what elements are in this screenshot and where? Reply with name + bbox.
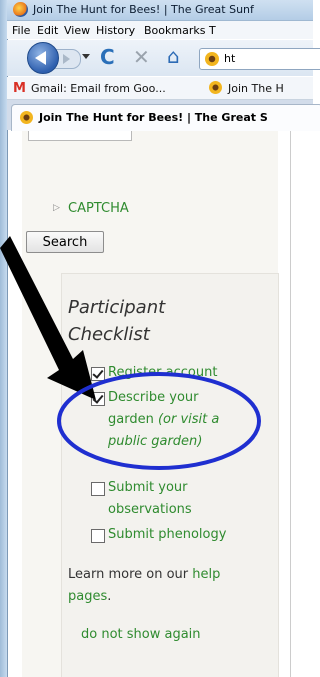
menu-file[interactable]: File [12, 24, 30, 37]
bookmark-gmail[interactable]: Gmail: Email from Goo... [31, 82, 166, 95]
describe-garden-line2: garden [108, 412, 154, 427]
tab-title: Join The Hunt for Bees! | The Great S [39, 111, 268, 124]
checklist-item-submit-observations[interactable]: Submit your observations [108, 477, 192, 521]
sunflower-icon [209, 81, 222, 94]
checkbox-describe-garden[interactable] [91, 392, 105, 406]
checklist-title-line1: Participant [68, 297, 166, 318]
tab-active[interactable]: Join The Hunt for Bees! | The Great S [11, 104, 320, 131]
content-divider [290, 131, 291, 677]
history-dropdown-icon[interactable] [82, 54, 90, 59]
back-arrow-icon [35, 51, 46, 65]
title-bar: Join The Hunt for Bees! | The Great Sunf [7, 0, 313, 21]
learn-more-period: . [107, 589, 112, 604]
checklist-item-register-account[interactable]: Register account [108, 362, 217, 384]
do-not-show-again-link[interactable]: do not show again [81, 627, 201, 642]
navigation-toolbar: C ✕ ⌂ ht [7, 40, 320, 76]
firefox-icon [13, 2, 28, 17]
learn-more-prefix: Learn more on our [68, 567, 189, 582]
search-button[interactable]: Search [26, 231, 104, 253]
help-pages-link[interactable]: help [192, 567, 220, 582]
forward-arrow-icon [63, 54, 70, 64]
menu-history[interactable]: History [96, 24, 135, 37]
describe-garden-note: (or visit a [157, 412, 220, 427]
back-button[interactable] [27, 42, 59, 74]
public-garden-close: ) [197, 434, 203, 449]
url-text: ht [224, 52, 236, 65]
public-garden-link[interactable]: public garden [108, 434, 197, 449]
submit-observations-line2: observations [108, 502, 192, 517]
gmail-icon: M [13, 81, 26, 96]
window-title: Join The Hunt for Bees! | The Great Sunf [33, 3, 254, 16]
bookmark-join-hunt[interactable]: Join The H [228, 82, 284, 95]
checklist-item-submit-phenology[interactable]: Submit phenology [108, 524, 226, 546]
home-icon[interactable]: ⌂ [167, 44, 180, 68]
menu-tools[interactable]: T [209, 24, 216, 37]
checklist-title-line2: Checklist [68, 324, 150, 345]
help-pages-link-cont[interactable]: pages [68, 589, 107, 604]
url-bar[interactable]: ht [199, 48, 320, 70]
stop-icon[interactable]: ✕ [133, 45, 150, 69]
page-content: ▷ CAPTCHA Search Participant Checklist R… [8, 131, 313, 677]
collapse-triangle-icon[interactable]: ▷ [53, 203, 60, 213]
site-favicon [205, 52, 219, 66]
search-input[interactable] [28, 131, 132, 141]
bookmarks-toolbar: M Gmail: Email from Goo... Join The H [7, 77, 313, 100]
checkbox-submit-phenology[interactable] [91, 529, 105, 543]
describe-garden-line1: Describe your [108, 390, 199, 405]
menu-bookmarks[interactable]: Bookmarks [144, 24, 205, 37]
tab-favicon-icon [20, 111, 33, 124]
menu-edit[interactable]: Edit [37, 24, 58, 37]
learn-more-text: Learn more on our help pages. [68, 564, 268, 608]
checkbox-submit-observations[interactable] [91, 482, 105, 496]
tab-strip: Join The Hunt for Bees! | The Great S [7, 100, 320, 131]
menu-view[interactable]: View [64, 24, 90, 37]
submit-observations-line1: Submit your [108, 480, 188, 495]
checklist-item-describe-garden[interactable]: Describe your garden (or visit a public … [108, 387, 268, 453]
checkbox-register-account[interactable] [91, 367, 105, 381]
captcha-link[interactable]: CAPTCHA [68, 201, 129, 216]
reload-icon[interactable]: C [100, 45, 115, 69]
menu-bar: File Edit View History Bookmarks T [7, 21, 313, 39]
checklist-title: Participant Checklist [68, 294, 268, 348]
